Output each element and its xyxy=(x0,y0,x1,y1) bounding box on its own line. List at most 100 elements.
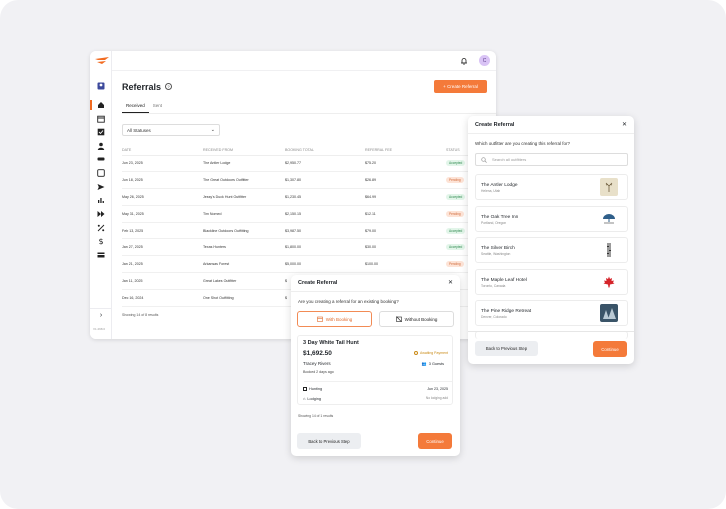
hunting-row: Hunting xyxy=(303,387,322,391)
table-cell: Dec 16, 2024 xyxy=(122,289,203,307)
expand-sidebar-button[interactable]: › xyxy=(90,308,112,322)
column-header[interactable]: REFERRAL FEE xyxy=(365,145,446,156)
continue-button[interactable]: Continue xyxy=(593,341,627,357)
outfitter-name: The Silver Birch xyxy=(481,246,515,251)
card-divider xyxy=(304,381,452,382)
tab-divider xyxy=(122,113,496,114)
column-header[interactable]: DATE xyxy=(122,145,203,156)
dollar-icon[interactable]: $ xyxy=(96,236,106,246)
antler-logo-icon xyxy=(600,178,618,196)
outfitter-search-input[interactable]: Search all outfitters xyxy=(475,153,628,166)
table-cell: Jan 21, 2025 xyxy=(122,255,203,274)
tab-sent[interactable]: Sent xyxy=(149,101,166,113)
table-cell: The Antler Lodge xyxy=(203,155,285,173)
create-referral-button[interactable]: + Create Referral xyxy=(434,80,487,93)
table-cell: $5,000.00 xyxy=(285,255,365,274)
table-cell: $2,950.77 xyxy=(285,155,365,173)
table-row[interactable]: Jun 23, 2025 The Antler Lodge $2,950.77 $75… xyxy=(122,155,496,173)
table-cell: Jun 18, 2025 xyxy=(122,171,203,190)
calendar-icon xyxy=(303,387,307,391)
calendar-off-icon xyxy=(395,316,402,322)
table-row[interactable]: May 31, 2025 Tim Nomed $2,150.15 $12.11 Pend… xyxy=(122,205,496,223)
wallet-icon[interactable] xyxy=(96,250,106,260)
calendar-icon xyxy=(316,316,323,322)
tab-received[interactable]: Received xyxy=(122,101,149,113)
modal-title: Create Referral xyxy=(298,280,338,286)
lodging-value: No lodging add xyxy=(425,396,448,400)
percent-icon[interactable] xyxy=(96,223,106,233)
booking-title: 3 Day White Tail Hunt xyxy=(303,340,359,346)
outfitter-location: Portland, Oregon xyxy=(481,221,507,225)
table-cell: Jan 27, 2025 xyxy=(122,238,203,257)
without-booking-option[interactable]: Without Booking xyxy=(379,311,454,327)
send-icon[interactable] xyxy=(96,182,106,192)
continue-button[interactable]: Continue xyxy=(418,433,452,449)
calendar-icon[interactable] xyxy=(96,114,106,124)
search-icon xyxy=(481,157,487,163)
results-count: Showing 14 of 1 results xyxy=(298,414,334,418)
home-icon[interactable] xyxy=(96,100,106,110)
modal-question: Which outfitter are you creating this re… xyxy=(475,141,571,146)
table-row[interactable]: Jun 18, 2025 The Great Outdoors Outfitter… xyxy=(122,171,496,190)
user-icon[interactable] xyxy=(96,141,106,151)
outfitter-card[interactable]: The Antler Lodge Helena, Utah xyxy=(475,174,628,200)
outfitter-name: The Pine Ridge Retreat xyxy=(481,309,532,314)
modal-footer-divider xyxy=(468,331,634,332)
modal-title: Create Referral xyxy=(475,122,515,128)
existing-booking-modal: Create Referral ✕ Are you creating a ref… xyxy=(291,275,460,456)
lodging-row: ⌂ Lodging xyxy=(303,396,321,401)
table-cell: Arkansas Forest xyxy=(203,255,285,274)
table-cell: Texas Hunters xyxy=(203,238,285,257)
outfitter-card[interactable]: The Oak Tree Inn Portland, Oregon xyxy=(475,206,628,232)
bar-chart-icon[interactable] xyxy=(96,195,106,205)
profile-card-icon[interactable] xyxy=(96,81,106,91)
outfitter-card[interactable]: The Maple Leaf Hotel Toronto, Canada xyxy=(475,269,628,295)
table-row[interactable]: Feb 13, 2025 Blackline Outdoors Outfittin… xyxy=(122,222,496,240)
table-cell: $1,800.00 xyxy=(285,238,365,257)
modal-question: Are you creating a referral for an exist… xyxy=(298,299,399,304)
outfitter-card[interactable] xyxy=(475,331,628,339)
bell-icon[interactable] xyxy=(460,57,468,65)
with-booking-option[interactable]: With Booking xyxy=(297,311,372,327)
booked-time: Booked 2 days ago xyxy=(303,370,334,374)
table-row[interactable]: Jan 27, 2025 Texas Hunters $1,800.00 $30.00… xyxy=(122,238,496,257)
help-icon[interactable]: ? xyxy=(165,83,172,90)
outfitter-card[interactable]: The Silver Birch Seattle, Washington xyxy=(475,237,628,263)
table-cell: $64.99 xyxy=(365,188,446,206)
fast-forward-icon[interactable] xyxy=(96,209,106,219)
tab-bar: Received Sent xyxy=(122,101,166,113)
table-cell: $3,987.50 xyxy=(285,222,365,240)
back-to-previous-step-button[interactable]: Back to Previous Step xyxy=(297,433,361,449)
message-icon[interactable] xyxy=(96,168,106,178)
select-outfitter-modal: Create Referral ✕ Which outfitter are yo… xyxy=(468,116,634,364)
table-cell: Tim Nomed xyxy=(203,205,285,223)
column-header[interactable]: RECEIVED FROM xyxy=(203,145,285,156)
booking-card[interactable]: 3 Day White Tail Hunt $1,692.50 Awaiting… xyxy=(297,335,453,405)
back-to-previous-step-button[interactable]: Back to Previous Step xyxy=(475,341,538,356)
guest-name: Tracey Rivers xyxy=(303,361,331,366)
table-cell: Great Lakes Outfitter xyxy=(203,272,285,290)
checklist-icon[interactable] xyxy=(96,127,106,137)
close-icon[interactable]: ✕ xyxy=(448,279,453,286)
table-row[interactable]: May 26, 2025 Jessy's Duck Hunt Outfitter $… xyxy=(122,188,496,206)
table-cell: $1,230.45 xyxy=(285,188,365,206)
table-cell: $26.89 xyxy=(365,171,446,190)
sidebar: $ › V1.298.0 xyxy=(90,51,112,339)
avatar[interactable]: C xyxy=(479,55,490,66)
table-cell: $75.20 xyxy=(365,155,446,173)
close-icon[interactable]: ✕ xyxy=(622,121,627,128)
table-row[interactable]: Jan 21, 2025 Arkansas Forest $5,000.00 $100… xyxy=(122,255,496,274)
outfitter-name: The Antler Lodge xyxy=(481,183,518,188)
outfitter-card[interactable]: The Pine Ridge Retreat Denver, Colorado xyxy=(475,300,628,326)
table-cell: Blackline Outdoors Outfitting xyxy=(203,222,285,240)
payment-status-badge: Awaiting Payment xyxy=(414,351,448,355)
status-filter-select[interactable]: All Statuses ⌄ xyxy=(122,124,220,136)
table-cell: $100.00 xyxy=(365,255,446,274)
status-badge: Accepted xyxy=(446,244,466,251)
outfitter-location: Denver, Colorado xyxy=(481,315,507,319)
table-cell: The Great Outdoors Outfitter xyxy=(203,171,285,190)
chevron-down-icon: ⌄ xyxy=(210,127,215,133)
tag-icon[interactable] xyxy=(96,154,106,164)
column-header[interactable]: BOOKING TOTAL xyxy=(285,145,365,156)
active-indicator xyxy=(90,100,92,110)
